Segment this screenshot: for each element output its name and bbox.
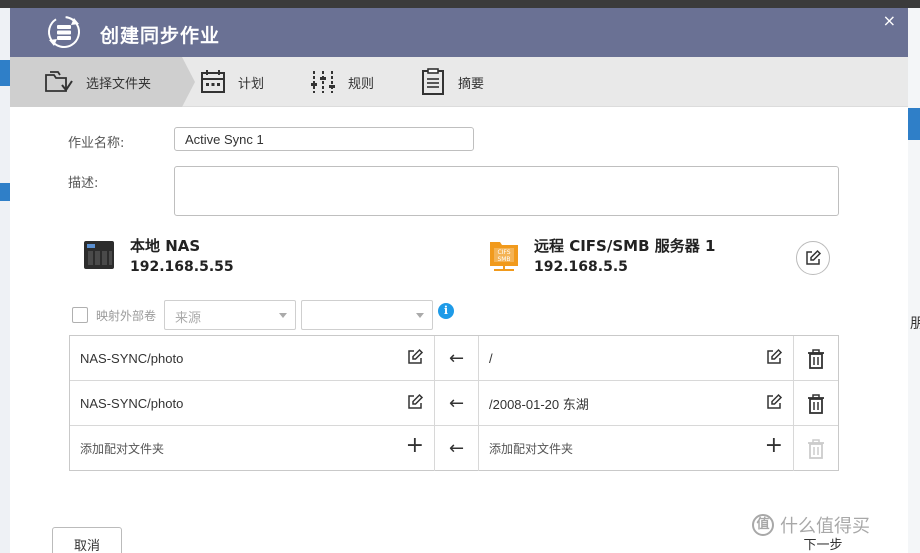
folder-sync-icon — [45, 71, 73, 92]
add-local-folder-label: 添加配对文件夹 — [80, 442, 165, 456]
add-pair-row: 添加配对文件夹 + ← 添加配对文件夹 + — [70, 426, 838, 471]
remote-server-name: 远程 CIFS/SMB 服务器 1 — [534, 237, 716, 255]
info-icon[interactable]: i — [438, 303, 454, 319]
create-sync-job-dialog: 创建同步作业 × 选择文件夹 计划 规则 摘要 作业名称: Active Syn… — [10, 8, 908, 553]
local-folder-cell: NAS-SYNC/photo — [70, 381, 435, 426]
table-row: NAS-SYNC/photo ← / — [70, 336, 838, 381]
background-accent — [0, 60, 10, 86]
local-nas-name: 本地 NAS — [130, 237, 201, 255]
cifs-smb-server-icon: CIFS SMB — [490, 242, 518, 271]
nas-device-icon — [84, 241, 114, 269]
edit-icon[interactable] — [765, 393, 783, 411]
background-accent — [908, 108, 920, 140]
step-schedule[interactable]: 计划 — [200, 57, 264, 107]
local-folder-path: NAS-SYNC/photo — [80, 396, 184, 411]
background-accent — [0, 183, 10, 201]
trash-icon — [808, 438, 824, 459]
step-summary[interactable]: 摘要 — [420, 57, 484, 107]
remote-folder-cell: / — [479, 336, 794, 381]
close-icon[interactable]: × — [883, 11, 896, 30]
edit-icon[interactable] — [765, 348, 783, 366]
chevron-down-icon — [416, 313, 424, 318]
calendar-icon — [201, 70, 225, 93]
map-external-label: 映射外部卷 — [96, 308, 157, 323]
watermark-text: 什么值得买 — [780, 516, 870, 537]
remote-server-ip: 192.168.5.5 — [534, 259, 628, 275]
remote-folder-path: /2008-01-20 东湖 — [489, 397, 589, 412]
arrow-left-icon: ← — [435, 381, 479, 426]
add-remote-folder-label: 添加配对文件夹 — [489, 442, 574, 456]
background-right-panel: 朋 — [908, 8, 920, 553]
map-external-checkbox[interactable] — [72, 307, 88, 323]
plus-icon[interactable]: + — [406, 435, 424, 457]
step-select-folder[interactable]: 选择文件夹 — [10, 57, 195, 107]
job-name-label: 作业名称: — [68, 136, 125, 151]
add-remote-folder-cell[interactable]: 添加配对文件夹 + — [479, 426, 794, 471]
local-nas: 本地 NAS 192.168.5.55 — [82, 235, 234, 275]
map-external-row: 映射外部卷 — [72, 300, 162, 330]
watermark-badge: 值 — [752, 514, 774, 536]
dialog-title: 创建同步作业 — [100, 25, 221, 47]
edit-remote-button[interactable] — [796, 241, 830, 275]
dialog-titlebar: 创建同步作业 × — [10, 8, 908, 57]
arrow-left-icon: ← — [435, 336, 479, 381]
remote-folder-path: / — [489, 351, 493, 366]
background-text: 朋 — [910, 316, 920, 332]
step-label: 选择文件夹 — [86, 76, 152, 92]
delete-pair-button-disabled — [794, 426, 838, 471]
volume-select[interactable] — [301, 300, 433, 330]
delete-pair-button[interactable] — [794, 381, 838, 426]
arrow-left-icon: ← — [435, 426, 479, 471]
plus-icon[interactable]: + — [765, 435, 783, 457]
sliders-icon — [311, 71, 335, 93]
background-topbar — [0, 0, 920, 8]
delete-pair-button[interactable] — [794, 336, 838, 381]
folder-pairs-table: NAS-SYNC/photo ← / NAS-SYNC/photo ← /200… — [69, 335, 839, 471]
svg-text:CIFS: CIFS — [497, 249, 510, 256]
clipboard-icon — [422, 68, 444, 95]
wizard-steps: 选择文件夹 计划 规则 摘要 — [10, 57, 908, 107]
step-label: 摘要 — [458, 76, 485, 92]
edit-icon[interactable] — [406, 393, 424, 411]
edit-icon — [806, 249, 822, 265]
add-local-folder-cell[interactable]: 添加配对文件夹 + — [70, 426, 435, 471]
description-label: 描述: — [68, 176, 99, 191]
svg-text:SMB: SMB — [497, 256, 510, 263]
step-rules[interactable]: 规则 — [310, 57, 374, 107]
source-select[interactable]: 来源 — [164, 300, 296, 330]
edit-icon[interactable] — [406, 348, 424, 366]
step-label: 计划 — [238, 76, 265, 92]
step-label: 规则 — [348, 76, 375, 92]
trash-icon — [808, 348, 824, 369]
remote-server: CIFS SMB 远程 CIFS/SMB 服务器 1 192.168.5.5 — [488, 235, 715, 275]
local-nas-ip: 192.168.5.55 — [130, 259, 234, 275]
local-folder-cell: NAS-SYNC/photo — [70, 336, 435, 381]
chevron-down-icon — [279, 313, 287, 318]
local-folder-path: NAS-SYNC/photo — [80, 351, 184, 366]
background-left-panel — [0, 8, 10, 553]
source-select-value: 来源 — [175, 311, 202, 326]
description-input[interactable] — [174, 166, 839, 216]
job-name-input[interactable] — [174, 127, 474, 151]
watermark: 值 什么值得买 — [752, 512, 870, 538]
remote-folder-cell: /2008-01-20 东湖 — [479, 381, 794, 426]
trash-icon — [808, 393, 824, 414]
table-row: NAS-SYNC/photo ← /2008-01-20 东湖 — [70, 381, 838, 426]
cancel-button[interactable]: 取消 — [52, 527, 122, 553]
sync-job-logo-icon — [48, 16, 80, 48]
